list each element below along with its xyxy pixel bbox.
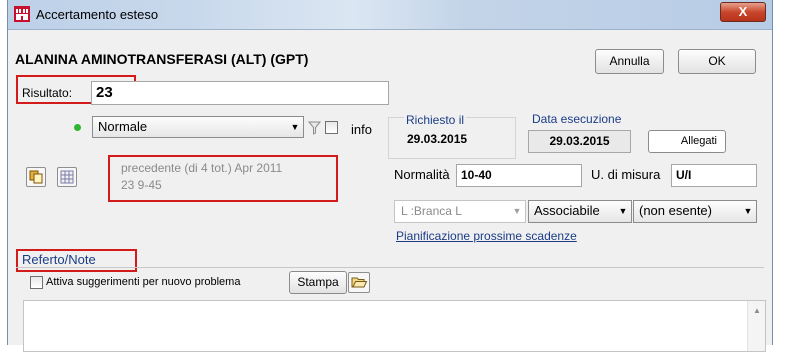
grid-icon [60, 170, 74, 184]
esito-selected: Normale [98, 119, 148, 134]
previous-line1: precedente (di 4 tot.) Apr 2011 [121, 161, 283, 175]
filter-icon[interactable] [308, 121, 321, 135]
misura-input[interactable]: U/I [671, 164, 757, 187]
esecuzione-label: Data esecuzione [532, 112, 622, 126]
branca-selected: L :Branca L [401, 204, 462, 218]
allegati-button[interactable]: Allegati [648, 130, 726, 153]
esecuzione-date[interactable]: 29.03.2015 [528, 130, 631, 153]
info-checkbox[interactable] [325, 121, 338, 134]
misura-label: U. di misura [591, 167, 661, 182]
annulla-button[interactable]: Annulla [595, 49, 664, 74]
richiesto-date: 29.03.2015 [407, 132, 468, 146]
branca-select[interactable]: L :Branca L ▼ [394, 200, 526, 223]
risultato-label: Risultato: [22, 86, 73, 100]
scrollbar[interactable]: ▲ [747, 301, 765, 351]
esito-select[interactable]: Normale ▼ [92, 116, 304, 138]
esenzione-selected: (non esente) [639, 203, 712, 218]
table-button[interactable] [57, 167, 77, 187]
previous-line2: 23 9-45 [121, 178, 162, 192]
referto-label: Referto/Note [22, 252, 96, 267]
misura-value: U/I [676, 168, 692, 182]
title-bar[interactable]: Accertamento esteso X [8, 0, 772, 30]
stampa-button[interactable]: Stampa [289, 271, 347, 294]
chevron-down-icon: ▼ [743, 206, 753, 216]
divider [16, 267, 764, 268]
ok-button[interactable]: OK [678, 49, 756, 74]
chevron-down-icon: ▼ [290, 122, 300, 132]
referto-textarea[interactable]: ▲ [23, 300, 766, 352]
suggest-checkbox[interactable] [30, 276, 43, 289]
copy-button[interactable] [26, 167, 46, 187]
normalita-label: Normalità [394, 167, 450, 182]
normalita-input[interactable]: 10-40 [456, 164, 582, 187]
app-icon [14, 6, 30, 22]
chevron-down-icon: ▼ [512, 206, 522, 216]
suggest-label: Attiva suggerimenti per nuovo problema [46, 276, 241, 288]
window-title: Accertamento esteso [36, 7, 159, 22]
normalita-value: 10-40 [461, 168, 492, 182]
close-button[interactable]: X [720, 2, 766, 22]
associabile-select[interactable]: Associabile ▼ [528, 200, 632, 223]
folder-open-icon [351, 277, 368, 288]
open-folder-button[interactable] [348, 272, 370, 293]
scroll-up-icon: ▲ [753, 306, 761, 315]
chevron-down-icon: ▼ [618, 206, 628, 216]
pianificazione-link[interactable]: Pianificazione prossime scadenze [396, 229, 577, 243]
info-label: info [351, 122, 372, 137]
richiesto-label: Richiesto il [404, 113, 467, 127]
copy-icon [29, 170, 43, 184]
status-dot [74, 124, 81, 131]
risultato-input[interactable]: 23 [91, 81, 389, 105]
esenzione-select[interactable]: (non esente) ▼ [633, 200, 757, 223]
dialog-window: Accertamento esteso X ALANINA AMINOTRANS… [7, 0, 773, 352]
risultato-value: 23 [96, 84, 113, 101]
test-name-heading: ALANINA AMINOTRANSFERASI (ALT) (GPT) [15, 51, 309, 67]
associabile-selected: Associabile [534, 203, 600, 218]
allegati-label: Allegati [680, 135, 717, 147]
